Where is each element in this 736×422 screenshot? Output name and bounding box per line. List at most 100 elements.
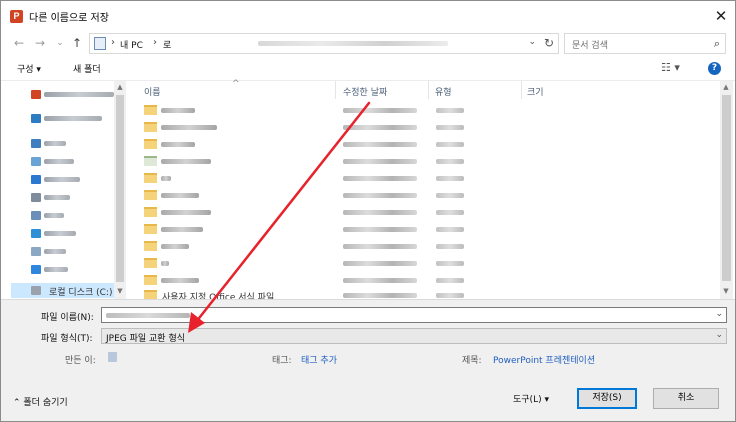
- sidebar-item-local-disk[interactable]: 로컬 디스크 (C:): [11, 283, 125, 298]
- title-field[interactable]: PowerPoint 프레젠테이션: [493, 353, 595, 366]
- hide-folders-button[interactable]: ⌃ 폴더 숨기기: [13, 395, 68, 408]
- list-item[interactable]: [144, 256, 594, 272]
- item-date-blurred: [343, 193, 417, 198]
- item-name-blurred: [161, 159, 211, 164]
- filename-field[interactable]: ⌄: [101, 307, 727, 323]
- folder-icon: [144, 275, 157, 285]
- column-divider[interactable]: [428, 81, 429, 99]
- cancel-button[interactable]: 취소: [653, 388, 719, 409]
- folder-icon: [144, 173, 157, 183]
- organize-button[interactable]: 구성 ▾: [17, 62, 41, 75]
- save-button[interactable]: 저장(S): [577, 388, 637, 409]
- sidebar-item-label-blurred: [44, 231, 76, 236]
- sidebar-scrollbar[interactable]: ▲ ▼: [114, 81, 126, 300]
- close-icon[interactable]: ✕: [711, 6, 731, 26]
- list-item[interactable]: [144, 120, 594, 136]
- column-divider[interactable]: [335, 81, 336, 99]
- title-bar: P 다른 이름으로 저장 ✕: [1, 1, 735, 31]
- search-icon[interactable]: ⌕: [714, 37, 720, 51]
- scroll-up-icon[interactable]: ▲: [115, 83, 125, 91]
- column-header-type[interactable]: 유형: [435, 85, 452, 98]
- list-item[interactable]: [144, 137, 594, 153]
- breadcrumb-blurred-path: [258, 41, 448, 46]
- item-type-blurred: [436, 293, 464, 298]
- item-date-blurred: [343, 210, 417, 215]
- author-icon[interactable]: [108, 352, 117, 362]
- column-divider[interactable]: [521, 81, 522, 99]
- filetype-select[interactable]: JPEG 파일 교환 형식 ⌄: [101, 328, 727, 344]
- file-list-scroll-thumb[interactable]: [722, 95, 731, 281]
- list-item[interactable]: [144, 171, 594, 187]
- item-name-blurred: [161, 261, 169, 266]
- sidebar-scroll-thumb[interactable]: [116, 95, 124, 282]
- download-icon: [31, 175, 41, 184]
- back-arrow-icon[interactable]: ←: [11, 35, 27, 51]
- item-type-blurred: [436, 176, 464, 181]
- item-name-blurred: [161, 193, 199, 198]
- folder-icon: [144, 207, 157, 217]
- view-options-icon[interactable]: ☷ ▾: [661, 61, 680, 74]
- folder-icon: [31, 90, 41, 99]
- list-item[interactable]: [144, 154, 594, 170]
- sidebar-item-label-blurred: [44, 92, 114, 97]
- folder-icon: [144, 224, 157, 234]
- pictures-icon: [31, 211, 41, 220]
- item-date-blurred: [343, 108, 417, 113]
- sidebar-item-label-blurred: [44, 116, 102, 121]
- item-type-blurred: [436, 159, 464, 164]
- list-item[interactable]: [144, 273, 594, 289]
- item-date-blurred: [343, 176, 417, 181]
- item-name-blurred: [161, 125, 217, 130]
- breadcrumb-segment[interactable]: 로: [163, 38, 171, 51]
- scroll-up-icon[interactable]: ▲: [721, 83, 731, 91]
- column-header-name[interactable]: 이름: [144, 85, 161, 98]
- list-item[interactable]: [144, 239, 594, 255]
- tools-button[interactable]: 도구(L) ▾: [513, 392, 549, 405]
- item-type-blurred: [436, 278, 464, 283]
- list-item[interactable]: [144, 205, 594, 221]
- item-type-blurred: [436, 227, 464, 232]
- column-header-size[interactable]: 크기: [527, 85, 544, 98]
- item-date-blurred: [343, 159, 417, 164]
- file-list-scrollbar[interactable]: ▲ ▼: [720, 81, 733, 300]
- filetype-dropdown-icon[interactable]: ⌄: [715, 330, 723, 340]
- navigation-pane: 로컬 디스크 (C:) ▲ ▼: [1, 81, 127, 300]
- item-name-blurred: [161, 244, 189, 249]
- column-header-date[interactable]: 수정한 날짜: [343, 85, 387, 98]
- help-icon[interactable]: ?: [708, 62, 721, 75]
- authors-label: 만든 이:: [65, 356, 96, 366]
- refresh-icon[interactable]: ↻: [544, 36, 554, 50]
- music-icon: [31, 265, 41, 274]
- scroll-down-icon[interactable]: ▼: [721, 287, 731, 295]
- list-item[interactable]: [144, 222, 594, 238]
- list-item[interactable]: [144, 188, 594, 204]
- new-folder-button[interactable]: 새 폴더: [73, 62, 101, 75]
- forward-arrow-icon[interactable]: →: [32, 35, 48, 51]
- tags-field[interactable]: 태그 추가: [301, 353, 337, 366]
- address-bar[interactable]: › 내 PC › 로 ⌄ ↻: [89, 33, 559, 54]
- desktop-icon: [31, 229, 41, 238]
- search-input[interactable]: 문서 검색 ⌕: [564, 33, 726, 54]
- folder-icon: [144, 122, 157, 132]
- filename-dropdown-icon[interactable]: ⌄: [715, 309, 723, 319]
- powerpoint-app-icon: P: [10, 10, 23, 23]
- breadcrumb-this-pc[interactable]: 내 PC: [120, 38, 143, 51]
- item-type-blurred: [436, 244, 464, 249]
- scroll-down-icon[interactable]: ▼: [115, 287, 125, 295]
- item-name-blurred: [161, 176, 171, 181]
- sidebar-item-label-blurred: [44, 267, 68, 272]
- list-item[interactable]: [144, 103, 594, 119]
- up-arrow-icon[interactable]: ↑: [69, 35, 85, 51]
- search-placeholder: 문서 검색: [572, 41, 608, 51]
- filetype-label: 파일 형식(T):: [41, 334, 93, 344]
- file-list: ^ 이름 수정한 날짜 유형 크기 사용자 지정 Office 서식 파일 ▲: [128, 79, 733, 303]
- pc-location-icon: [94, 37, 106, 50]
- folder-icon: [144, 156, 157, 166]
- folder-icon: [144, 258, 157, 268]
- breadcrumb-separator-icon: ›: [153, 37, 157, 48]
- recent-locations-chevron-icon[interactable]: ⌄: [52, 35, 68, 51]
- item-date-blurred: [343, 293, 417, 298]
- address-dropdown-icon[interactable]: ⌄: [528, 37, 536, 47]
- item-name-blurred: [161, 210, 211, 215]
- filetype-value: JPEG 파일 교환 형식: [106, 334, 186, 344]
